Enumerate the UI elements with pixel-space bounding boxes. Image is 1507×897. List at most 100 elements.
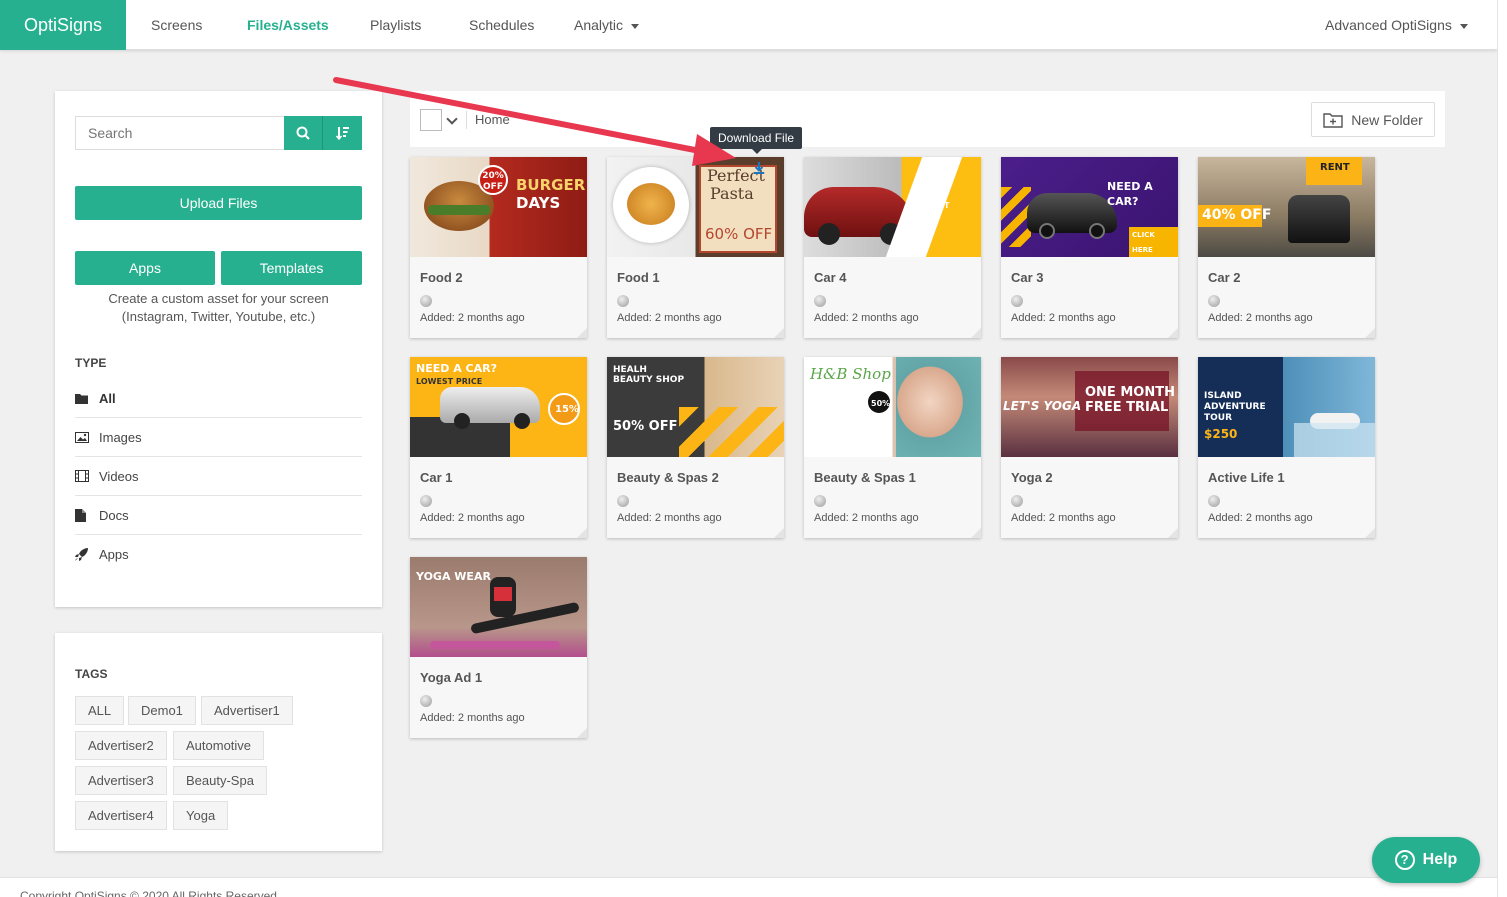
download-icon[interactable] (753, 161, 765, 174)
asset-card[interactable]: NEED A CAR? CLICK HERE Car 3 Added: 2 mo… (1001, 157, 1178, 338)
asset-thumbnail[interactable]: HEALH BEAUTY SHOP 50% OFF (607, 357, 784, 457)
asset-card[interactable]: NEED A CAR? LOWEST PRICE 15% Car 1 Added… (410, 357, 587, 538)
thumb-headline-2: DAYS (516, 194, 561, 212)
custom-asset-helper: Create a custom asset for your screen (I… (75, 290, 362, 326)
helper-line-1: Create a custom asset for your screen (108, 291, 329, 306)
asset-title[interactable]: Active Life 1 (1208, 470, 1285, 485)
asset-card[interactable]: LET'S YOGA ONE MONTH FREE TRIAL Yoga 2 A… (1001, 357, 1178, 538)
page-scrollbar[interactable] (1497, 0, 1507, 897)
asset-thumbnail[interactable]: Perfect Pasta 60% OFF (607, 157, 784, 257)
asset-card[interactable]: HEALH BEAUTY SHOP 50% OFF Beauty & Spas … (607, 357, 784, 538)
sort-button[interactable] (323, 116, 362, 150)
type-filter-apps[interactable]: Apps (75, 535, 362, 574)
thumb-badge: 20% OFF (482, 171, 504, 192)
nav-analytic-label: Analytic (574, 17, 624, 33)
tag-advertiser1[interactable]: Advertiser1 (201, 696, 293, 725)
sort-icon (335, 127, 349, 140)
brand-logo[interactable]: OptiSigns (0, 0, 126, 50)
nav-files-assets[interactable]: Files/Assets (247, 0, 329, 50)
asset-title[interactable]: Yoga 2 (1011, 470, 1053, 485)
thumb-badge: LET'S YOGA (1003, 399, 1082, 413)
card-corner (1168, 528, 1178, 538)
thumb-headline-2: Pasta (710, 184, 754, 203)
asset-card[interactable]: ISLAND ADVENTURE TOUR $250 Active Life 1… (1198, 357, 1375, 538)
question-icon: ? (1394, 850, 1415, 870)
asset-card[interactable]: WORLD MARKET Car 4 Added: 2 months ago (804, 157, 981, 338)
type-filter-images[interactable]: Images (75, 418, 362, 457)
help-button[interactable]: ? Help (1372, 837, 1480, 883)
search-button[interactable] (284, 116, 323, 150)
new-folder-button[interactable]: New Folder (1311, 102, 1435, 137)
account-menu[interactable]: Advanced OptiSigns (1325, 0, 1468, 50)
nav-playlists[interactable]: Playlists (370, 0, 421, 50)
asset-thumbnail[interactable]: RENT 40% OFF (1198, 157, 1375, 257)
asset-title[interactable]: Beauty & Spas 1 (814, 470, 916, 485)
status-icon (617, 495, 629, 507)
nav-schedules[interactable]: Schedules (469, 0, 534, 50)
tag-all[interactable]: ALL (75, 696, 125, 725)
status-icon (1208, 295, 1220, 307)
thumb-headline-1: H&B Shop (810, 365, 891, 383)
select-all-checkbox[interactable] (420, 109, 442, 131)
chevron-down-icon (631, 23, 640, 29)
asset-title[interactable]: Beauty & Spas 2 (617, 470, 719, 485)
asset-card[interactable]: YOGA WEAR Yoga Ad 1 Added: 2 months ago (410, 557, 587, 738)
tag-yoga[interactable]: Yoga (173, 801, 229, 830)
templates-button[interactable]: Templates (221, 251, 362, 285)
asset-title[interactable]: Car 3 (1011, 270, 1044, 285)
asset-thumbnail[interactable]: LET'S YOGA ONE MONTH FREE TRIAL (1001, 357, 1178, 457)
asset-card[interactable]: RENT 40% OFF Car 2 Added: 2 months ago (1198, 157, 1375, 338)
tag-advertiser3[interactable]: Advertiser3 (75, 766, 167, 795)
asset-added-date: Added: 2 months ago (814, 312, 919, 324)
type-filter-videos[interactable]: Videos (75, 457, 362, 496)
asset-title[interactable]: Food 2 (420, 270, 463, 285)
apps-button[interactable]: Apps (75, 251, 215, 285)
tag-demo1[interactable]: Demo1 (128, 696, 196, 725)
download-file-tooltip: Download File (710, 127, 803, 154)
thumb-headline-2: BEAUTY SHOP (613, 375, 685, 385)
thumb-badge: 50% (871, 399, 891, 408)
tag-advertiser2[interactable]: Advertiser2 (75, 731, 167, 760)
card-corner (774, 328, 784, 338)
asset-card[interactable]: 20% OFF BURGER DAYS Food 2 Added: 2 mont… (410, 157, 587, 338)
status-icon (617, 295, 629, 307)
asset-added-date: Added: 2 months ago (420, 712, 525, 724)
type-filter-docs[interactable]: Docs (75, 496, 362, 535)
asset-title[interactable]: Car 4 (814, 270, 847, 285)
search-input[interactable] (75, 116, 285, 150)
asset-thumbnail[interactable]: ISLAND ADVENTURE TOUR $250 (1198, 357, 1375, 457)
card-corner (1168, 328, 1178, 338)
nav-screens[interactable]: Screens (151, 0, 202, 50)
tag-automotive[interactable]: Automotive (173, 731, 265, 760)
asset-thumbnail[interactable]: WORLD MARKET (804, 157, 981, 257)
type-section-title: TYPE (75, 356, 107, 370)
thumb-headline-1: BURGER (516, 176, 586, 194)
asset-added-date: Added: 2 months ago (814, 512, 919, 524)
nav-analytic[interactable]: Analytic (574, 0, 640, 50)
asset-thumbnail[interactable]: H&B Shop 50% (804, 357, 981, 457)
asset-card[interactable]: H&B Shop 50% Beauty & Spas 1 Added: 2 mo… (804, 357, 981, 538)
asset-title[interactable]: Yoga Ad 1 (420, 670, 482, 685)
rocket-icon (75, 548, 99, 561)
asset-thumbnail[interactable]: YOGA WEAR (410, 557, 587, 657)
tag-advertiser4[interactable]: Advertiser4 (75, 801, 167, 830)
asset-thumbnail[interactable]: NEED A CAR? CLICK HERE (1001, 157, 1178, 257)
asset-title[interactable]: Car 1 (420, 470, 453, 485)
tag-beauty-spa[interactable]: Beauty-Spa (173, 766, 267, 795)
chevron-down-icon[interactable] (446, 113, 458, 125)
card-corner (774, 528, 784, 538)
asset-card[interactable]: Perfect Pasta 60% OFF Food 1 Added: 2 mo… (607, 157, 784, 338)
top-navbar: OptiSigns Screens Files/Assets Playlists… (0, 0, 1497, 50)
asset-thumbnail[interactable]: NEED A CAR? LOWEST PRICE 15% (410, 357, 587, 457)
thumb-headline-1: WORLD MARKET (912, 191, 950, 210)
asset-title[interactable]: Car 2 (1208, 270, 1241, 285)
breadcrumb[interactable]: Home (466, 111, 510, 129)
thumb-headline-2: ADVENTURE (1204, 402, 1266, 412)
type-filter-all[interactable]: All (75, 379, 362, 418)
type-filter-label: Videos (99, 468, 139, 484)
upload-files-button[interactable]: Upload Files (75, 186, 362, 220)
asset-thumbnail[interactable]: 20% OFF BURGER DAYS (410, 157, 587, 257)
asset-title[interactable]: Food 1 (617, 270, 660, 285)
thumb-headline-1: ISLAND (1204, 391, 1242, 401)
thumb-headline-2: LOWEST PRICE (416, 377, 483, 386)
